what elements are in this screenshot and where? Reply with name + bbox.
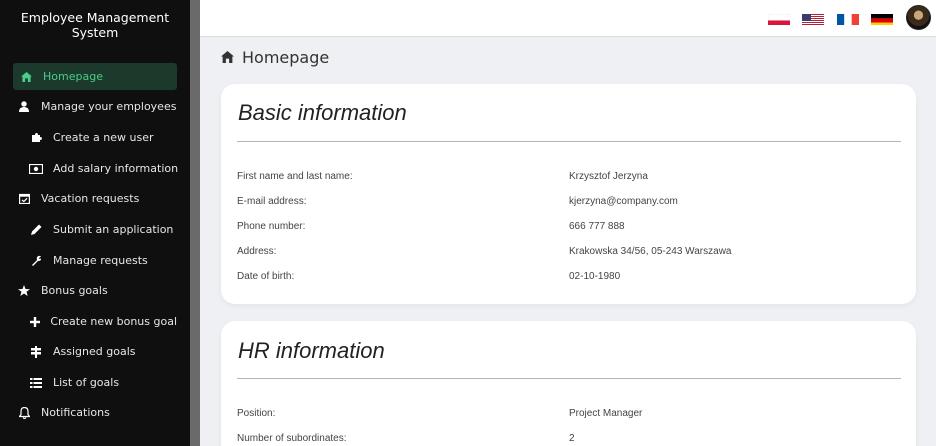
nav-assigned-goals[interactable]: Assigned goals [13,338,177,365]
basic-info-card: Basic information First name and last na… [221,84,916,304]
nav-list-of-goals-label: List of goals [53,376,120,389]
nav-manage-requests[interactable]: Manage requests [13,247,177,274]
subordinates-value: 2 [569,433,575,444]
position-value: Project Manager [569,408,643,419]
hr-info-card: HR information Position: Project Manager… [221,321,916,446]
nav-manage-employees[interactable]: Manage your employees [13,93,177,120]
basic-info-title: Basic information [238,100,407,125]
sidebar-scrollbar[interactable] [190,0,200,446]
nav-vacation-requests-label: Vacation requests [41,192,140,205]
home-icon [221,48,234,67]
nav-list-of-goals[interactable]: List of goals [13,369,177,396]
nav-create-bonus-goal[interactable]: Create new bonus goal [13,308,177,335]
pencil-icon [29,223,43,237]
nav-manage-employees-label: Manage your employees [41,100,177,113]
bell-icon [17,406,31,420]
nav-notifications-label: Notifications [41,406,110,419]
address-label: Address: [237,246,277,257]
flag-german-icon[interactable] [871,12,893,25]
dob-label: Date of birth: [237,271,295,282]
email-value: kjerzyna@company.com [569,196,678,207]
star-icon [17,284,31,298]
nav-add-salary[interactable]: Add salary information [13,155,179,182]
full-name-value: Krzysztof Jerzyna [569,171,648,182]
position-label: Position: [237,408,276,419]
plus-icon [29,315,40,329]
flag-polish-icon[interactable] [768,12,790,25]
nav-create-bonus-goal-label: Create new bonus goal [50,315,177,328]
full-name-label: First name and last name: [237,171,353,182]
nav-notifications[interactable]: Notifications [13,399,177,426]
nav-homepage[interactable]: Homepage [13,63,177,90]
address-value: Krakowska 34/56, 05-243 Warszawa [569,246,732,257]
nav-manage-requests-label: Manage requests [53,254,148,267]
flag-english-icon[interactable] [802,12,824,25]
nav-add-salary-label: Add salary information [53,162,179,175]
app-title-line2: System [71,25,119,40]
nav-bonus-goals[interactable]: Bonus goals [13,277,177,304]
phone-label: Phone number: [237,221,306,232]
subordinates-label: Number of subordinates: [237,433,347,444]
home-icon [19,70,33,84]
nav-bonus-goals-label: Bonus goals [41,284,108,297]
signpost-icon [29,345,43,359]
nav-submit-application[interactable]: Submit an application [13,216,177,243]
money-icon [29,162,43,176]
list-icon [29,376,43,390]
wrench-icon [29,254,43,268]
calendar-check-icon [17,192,31,206]
page-title-text: Homepage [242,48,330,67]
hr-info-title: HR information [238,338,385,363]
avatar[interactable] [906,5,931,30]
dob-value: 02-10-1980 [569,271,621,282]
divider [237,378,901,379]
puzzle-icon [29,131,43,145]
nav-assigned-goals-label: Assigned goals [53,345,136,358]
divider [237,141,901,142]
app-title-line1: Employee Management [20,10,170,25]
flag-french-icon[interactable] [837,12,859,25]
email-label: E-mail address: [237,196,307,207]
nav-create-user-label: Create a new user [53,131,154,144]
app-title: Employee Management System [0,10,190,40]
nav-homepage-label: Homepage [43,70,103,83]
user-icon [17,100,31,114]
sidebar: Employee Management System Homepage Mana… [0,0,190,446]
nav-create-user[interactable]: Create a new user [13,124,177,151]
page-title: Homepage [221,48,329,67]
nav-vacation-requests[interactable]: Vacation requests [13,185,177,212]
top-bar [200,0,936,37]
nav-submit-application-label: Submit an application [53,223,174,236]
phone-value: 666 777 888 [569,221,625,232]
